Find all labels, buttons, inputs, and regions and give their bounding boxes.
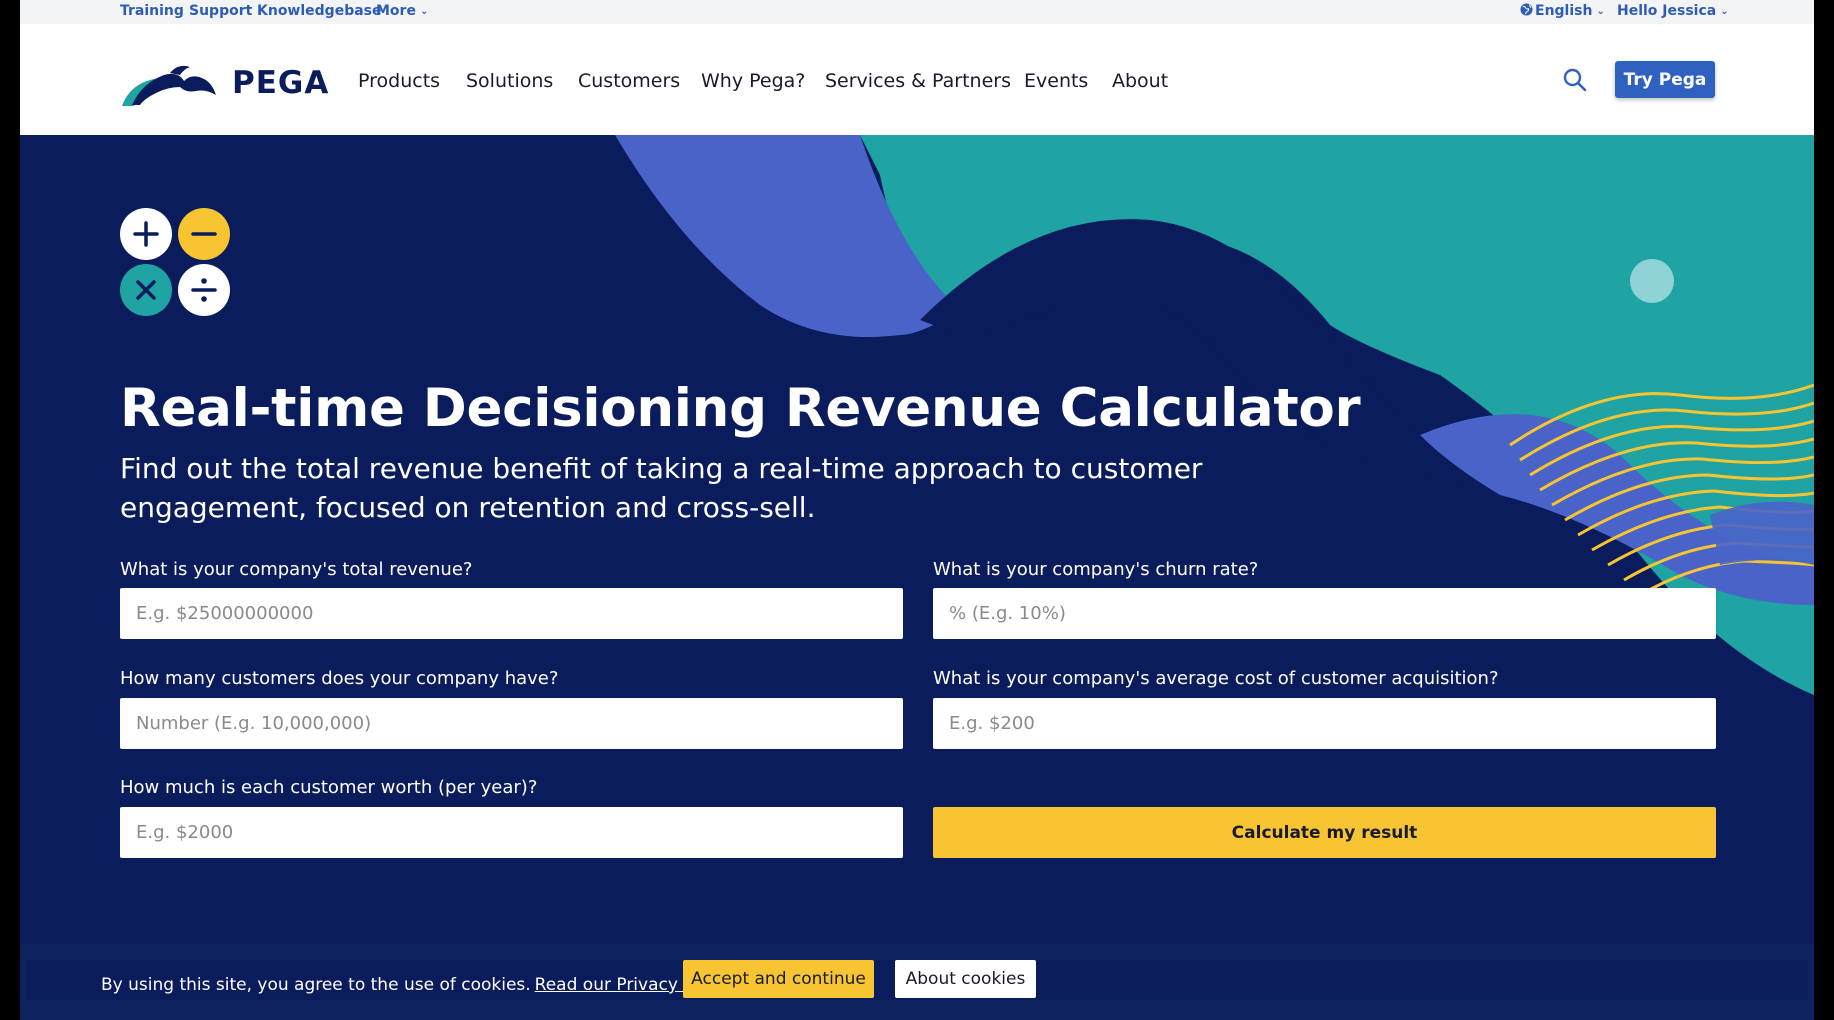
cookie-message: By using this site, you agree to the use… <box>101 975 531 995</box>
revenue-input[interactable] <box>120 588 903 639</box>
knowledgebase-link[interactable]: Knowledgebase <box>257 3 382 20</box>
nav-why-pega[interactable]: Why Pega? <box>701 69 805 93</box>
hero-section: Real-time Decisioning Revenue Calculator… <box>20 135 1814 1020</box>
about-cookies-button[interactable]: About cookies <box>895 960 1036 998</box>
nav-products[interactable]: Products <box>358 69 440 93</box>
logo-text: PEGA <box>232 65 330 101</box>
chevron-down-icon: ⌄ <box>1720 6 1729 17</box>
user-label: Hello Jessica <box>1617 3 1717 19</box>
times-icon <box>120 264 172 316</box>
plus-icon <box>120 208 172 260</box>
nav-customers[interactable]: Customers <box>578 69 680 93</box>
utility-bar: Training Support Knowledgebase More ⌄ Eng… <box>20 0 1814 24</box>
page-subtitle: Find out the total revenue benefit of ta… <box>120 452 1203 524</box>
churn-label: What is your company's churn rate? <box>933 559 1259 580</box>
minus-icon <box>178 208 230 260</box>
nav-events[interactable]: Events <box>1024 69 1088 93</box>
user-menu[interactable]: Hello Jessica ⌄ <box>1617 3 1729 21</box>
page-title: Real-time Decisioning Revenue Calculator <box>120 378 1361 439</box>
cookie-banner: By using this site, you agree to the use… <box>20 944 1814 1020</box>
worth-label: How much is each customer worth (per yea… <box>120 777 538 798</box>
customers-input[interactable] <box>120 698 903 749</box>
training-link[interactable]: Training <box>120 3 184 20</box>
nav-services-partners[interactable]: Services & Partners <box>825 69 1011 93</box>
page: Training Support Knowledgebase More ⌄ Eng… <box>20 0 1814 1020</box>
try-pega-button[interactable]: Try Pega <box>1615 61 1715 98</box>
chevron-down-icon: ⌄ <box>1596 6 1605 17</box>
calculate-button[interactable]: Calculate my result <box>933 807 1716 858</box>
acquisition-label: What is your company's average cost of c… <box>933 668 1499 689</box>
more-label: More <box>376 3 416 19</box>
support-link[interactable]: Support <box>189 3 252 20</box>
nav-solutions[interactable]: Solutions <box>466 69 553 93</box>
customers-label: How many customers does your company hav… <box>120 668 559 689</box>
worth-input[interactable] <box>120 807 903 858</box>
more-menu[interactable]: More ⌄ <box>376 3 428 21</box>
globe-icon <box>1520 3 1533 16</box>
cookie-text: By using this site, you agree to the use… <box>101 974 732 996</box>
main-nav: PEGA Products Solutions Customers Why Pe… <box>20 24 1814 135</box>
chevron-down-icon: ⌄ <box>419 6 429 17</box>
pega-logo[interactable]: PEGA <box>120 59 328 109</box>
nav-about[interactable]: About <box>1112 69 1168 93</box>
search-icon[interactable] <box>1562 67 1588 93</box>
pega-logo-mark-icon <box>122 65 216 106</box>
divide-icon <box>178 264 230 316</box>
accept-cookies-button[interactable]: Accept and continue <box>683 960 874 998</box>
acquisition-input[interactable] <box>933 698 1716 749</box>
revenue-label: What is your company's total revenue? <box>120 559 473 580</box>
churn-input[interactable] <box>933 588 1716 639</box>
language-selector[interactable]: English ⌄ <box>1520 3 1605 21</box>
language-label: English <box>1535 3 1593 19</box>
